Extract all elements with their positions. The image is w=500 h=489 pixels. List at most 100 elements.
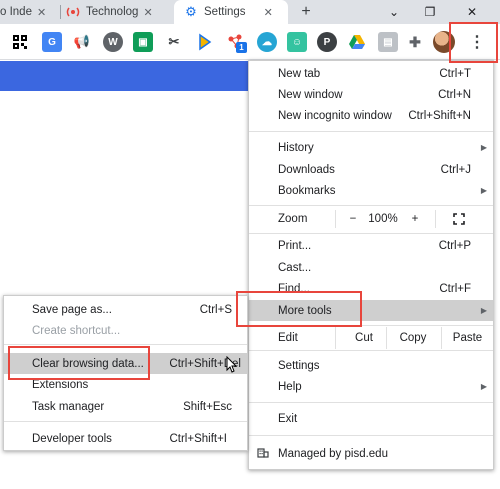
qr-code-icon[interactable]	[10, 32, 30, 52]
menu-label: Find...	[278, 282, 310, 295]
tab-label: Technolog	[86, 6, 139, 18]
w-circle-icon[interactable]: W	[103, 32, 123, 52]
menu-label: More tools	[278, 304, 332, 317]
cut-button[interactable]: Cut	[336, 327, 392, 349]
zoom-row: Zoom − 100% +	[249, 207, 493, 231]
nodes-icon[interactable]: 1	[226, 32, 247, 53]
menu-item-new-incognito[interactable]: New incognito window Ctrl+Shift+N	[249, 105, 493, 126]
zoom-divider	[335, 210, 336, 228]
kebab-menu-icon[interactable]: ⋮	[466, 30, 488, 54]
drive-icon[interactable]	[347, 32, 367, 52]
extension-gray-icon[interactable]: ▤	[378, 32, 398, 52]
tab-settings[interactable]: ⚙ Settings ✕	[174, 0, 288, 24]
gear-icon: ⚙	[185, 4, 197, 19]
menu-item-exit[interactable]: Exit	[249, 408, 493, 429]
submenu-item-create-shortcut: Create shortcut...	[4, 320, 247, 341]
chevron-right-icon: ▶	[480, 382, 487, 391]
menu-divider	[249, 435, 493, 436]
zoom-label: Zoom	[278, 213, 308, 225]
menu-divider	[249, 402, 493, 403]
cloud-sync-icon[interactable]: ☁	[257, 32, 277, 52]
edpuzzle-icon[interactable]	[195, 32, 215, 52]
menu-item-cast[interactable]: Cast...	[249, 257, 493, 278]
menu-item-find[interactable]: Find... Ctrl+F	[249, 278, 493, 299]
pinterest-icon[interactable]: P	[317, 32, 337, 52]
menu-label: Task manager	[32, 400, 105, 413]
mouse-cursor-icon	[226, 355, 238, 377]
scissors-icon[interactable]: ✂	[164, 32, 184, 52]
menu-label: Create shortcut...	[32, 324, 121, 337]
menu-label: Cast...	[278, 261, 312, 274]
translate-icon[interactable]: G	[42, 32, 62, 52]
close-icon[interactable]: ✕	[37, 6, 46, 19]
menu-label: New tab	[278, 67, 321, 80]
chevron-right-icon: ▶	[480, 186, 487, 195]
tab-label: Settings	[204, 6, 246, 18]
fullscreen-icon[interactable]	[447, 207, 471, 231]
menu-divider	[4, 344, 247, 345]
menu-label: Extensions	[32, 378, 89, 391]
badge-count: 1	[236, 42, 247, 53]
chrome-main-menu: New tab Ctrl+T New window Ctrl+N New inc…	[248, 60, 494, 470]
toolbar: G 📢 W ▣ ✂ 1 ☁ ☺ P ▤ ✚ ⋮	[0, 24, 500, 60]
menu-item-new-tab[interactable]: New tab Ctrl+T	[249, 63, 493, 84]
menu-divider	[249, 325, 493, 326]
menu-label: Clear browsing data...	[32, 357, 144, 370]
paste-button[interactable]: Paste	[442, 327, 493, 349]
menu-item-more-tools[interactable]: More tools ▶	[249, 300, 493, 321]
menu-shortcut: Ctrl+T	[439, 67, 471, 80]
tab-index[interactable]: o Inde ✕	[0, 0, 58, 24]
menu-item-history[interactable]: History ▶	[249, 137, 493, 158]
submenu-item-task-manager[interactable]: Task manager Shift+Esc	[4, 396, 247, 417]
tab-technology[interactable]: Technolog ✕	[66, 0, 170, 24]
copy-button[interactable]: Copy	[387, 327, 439, 349]
edit-label: Edit	[278, 332, 298, 344]
menu-shortcut: Ctrl+J	[440, 163, 471, 176]
menu-label: Exit	[278, 412, 298, 425]
menu-shortcut: Shift+Esc	[183, 400, 232, 413]
menu-shortcut: Ctrl+P	[438, 239, 471, 252]
avatar[interactable]	[433, 31, 455, 53]
submenu-item-developer-tools[interactable]: Developer tools Ctrl+Shift+I	[4, 428, 247, 449]
close-icon[interactable]: ✕	[143, 6, 152, 19]
menu-label: Settings	[278, 359, 320, 372]
close-window-icon[interactable]: ✕	[454, 0, 490, 24]
settings-header-bar	[0, 61, 250, 91]
menu-label: History	[278, 141, 314, 154]
menu-label: Save page as...	[32, 303, 112, 316]
puzzle-icon[interactable]: ✚	[405, 32, 425, 52]
zoom-in-button[interactable]: +	[401, 207, 429, 231]
chevron-right-icon: ▶	[480, 143, 487, 152]
submenu-item-extensions[interactable]: Extensions	[4, 374, 247, 395]
menu-label: New incognito window	[278, 109, 392, 122]
broadcast-icon	[66, 5, 80, 19]
classroom-icon[interactable]: ▣	[133, 32, 153, 52]
keep-icon[interactable]: ☺	[287, 32, 307, 52]
submenu-item-clear-browsing-data[interactable]: Clear browsing data... Ctrl+Shift+Del	[4, 353, 247, 374]
menu-label: Downloads	[278, 163, 335, 176]
menu-item-settings[interactable]: Settings	[249, 355, 493, 376]
more-tools-submenu: Save page as... Ctrl+S Create shortcut..…	[3, 295, 248, 451]
chevron-down-icon[interactable]: ⌄	[376, 0, 412, 24]
chevron-right-icon: ▶	[480, 306, 487, 315]
menu-label: Managed by pisd.edu	[278, 447, 388, 460]
menu-divider	[249, 131, 493, 132]
zoom-level: 100%	[368, 213, 398, 225]
submenu-item-save-page[interactable]: Save page as... Ctrl+S	[4, 299, 247, 320]
megaphone-icon[interactable]: 📢	[72, 32, 92, 52]
menu-label: Help	[278, 380, 302, 393]
restore-window-icon[interactable]: ❐	[412, 0, 448, 24]
menu-shortcut: Ctrl+S	[199, 303, 232, 316]
menu-item-print[interactable]: Print... Ctrl+P	[249, 235, 493, 256]
menu-divider	[249, 205, 493, 206]
menu-item-downloads[interactable]: Downloads Ctrl+J	[249, 159, 493, 180]
menu-item-help[interactable]: Help ▶	[249, 376, 493, 397]
menu-item-managed[interactable]: Managed by pisd.edu	[249, 443, 493, 464]
tab-strip: o Inde ✕ Technolog ✕ ⚙ Settings ✕ + ⌄ ❐ …	[0, 0, 500, 24]
menu-item-new-window[interactable]: New window Ctrl+N	[249, 84, 493, 105]
zoom-out-button[interactable]: −	[339, 207, 367, 231]
close-icon[interactable]: ✕	[264, 6, 273, 19]
new-tab-button[interactable]: +	[294, 0, 318, 24]
menu-item-bookmarks[interactable]: Bookmarks ▶	[249, 180, 493, 201]
menu-label: Bookmarks	[278, 184, 336, 197]
